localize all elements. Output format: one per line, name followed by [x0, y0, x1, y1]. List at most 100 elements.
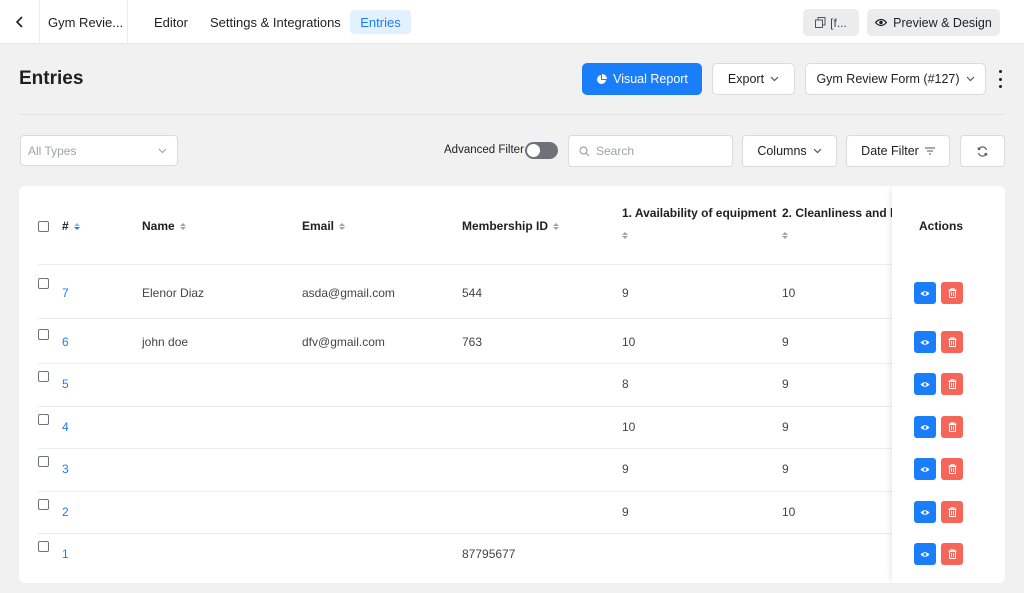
entry-id-link[interactable]: 3 — [62, 462, 69, 476]
row-checkbox[interactable] — [38, 456, 49, 467]
row-divider — [38, 406, 984, 407]
form-name: Gym Revie... — [40, 0, 128, 44]
chevron-down-icon — [158, 148, 167, 153]
trash-icon — [948, 337, 956, 347]
entry-id-link[interactable]: 6 — [62, 335, 69, 349]
shortcode-label: [f... — [830, 15, 847, 30]
sort-icon[interactable] — [553, 222, 560, 230]
column-header-label: Membership ID — [462, 219, 549, 233]
form-selector[interactable]: Gym Review Form (#127) — [805, 63, 986, 95]
eye-icon — [920, 290, 930, 296]
visual-report-label: Visual Report — [613, 72, 688, 86]
row-checkbox[interactable] — [38, 371, 49, 382]
entry-types-select[interactable]: All Types — [20, 135, 178, 166]
entry-id-link[interactable]: 5 — [62, 377, 69, 391]
entry-id-link[interactable]: 2 — [62, 505, 69, 519]
preview-design-button[interactable]: Preview & Design — [867, 9, 1000, 36]
row-checkbox[interactable] — [38, 499, 49, 510]
cell-q2: 9 — [782, 377, 789, 391]
cell-q1: 8 — [622, 377, 629, 391]
columns-label: Columns — [757, 144, 807, 158]
search-icon — [579, 145, 590, 156]
copy-icon — [815, 17, 826, 28]
date-filter-button[interactable]: Date Filter — [846, 135, 950, 167]
header-divider — [19, 114, 1005, 115]
trash-icon — [948, 422, 956, 432]
cell-email: dfv@gmail.com — [302, 335, 385, 349]
date-filter-label: Date Filter — [861, 144, 919, 158]
eye-icon — [920, 466, 930, 472]
delete-entry-button[interactable] — [941, 416, 963, 438]
view-entry-button[interactable] — [914, 373, 936, 395]
view-entry-button[interactable] — [914, 282, 936, 304]
entry-id-link[interactable]: 7 — [62, 286, 69, 300]
form-selector-label: Gym Review Form (#127) — [816, 72, 960, 86]
column-header-name[interactable]: Name — [142, 219, 186, 233]
cell-membership: 763 — [462, 335, 483, 349]
row-checkbox[interactable] — [38, 414, 49, 425]
pie-chart-icon — [597, 73, 608, 84]
view-entry-button[interactable] — [914, 543, 936, 565]
view-entry-button[interactable] — [914, 331, 936, 353]
row-divider — [38, 448, 984, 449]
cell-q1: 9 — [622, 286, 629, 300]
filter-lines-icon — [924, 147, 935, 155]
sort-icon[interactable] — [782, 232, 788, 239]
delete-entry-button[interactable] — [941, 331, 963, 353]
delete-entry-button[interactable] — [941, 282, 963, 304]
row-checkbox[interactable] — [38, 541, 49, 552]
sort-icon[interactable] — [622, 232, 628, 239]
advanced-filter-toggle[interactable] — [525, 142, 558, 159]
more-options-icon[interactable] — [995, 70, 1005, 88]
export-button[interactable]: Export — [712, 63, 795, 95]
back-button[interactable] — [0, 0, 40, 44]
row-checkbox[interactable] — [38, 278, 49, 289]
tab-settings-integrations[interactable]: Settings & Integrations — [202, 10, 349, 34]
column-header-label: Name — [142, 219, 175, 233]
column-header-label: 2. Cleanliness and hy — [782, 206, 894, 220]
tab-entries[interactable]: Entries — [350, 10, 411, 34]
row-divider — [38, 318, 984, 319]
eye-icon — [920, 509, 930, 515]
view-entry-button[interactable] — [914, 501, 936, 523]
columns-button[interactable]: Columns — [742, 135, 837, 167]
cell-q2: 9 — [782, 462, 789, 476]
entry-id-link[interactable]: 1 — [62, 547, 69, 561]
toggle-knob — [527, 144, 540, 157]
column-header-label: Email — [302, 219, 335, 233]
view-entry-button[interactable] — [914, 416, 936, 438]
search-input[interactable] — [596, 144, 726, 158]
preview-design-label: Preview & Design — [893, 15, 992, 30]
column-header-cleanliness[interactable]: 2. Cleanliness and hy — [782, 206, 894, 239]
column-header-id[interactable]: # — [62, 219, 80, 233]
column-header-availability[interactable]: 1. Availability of equipment — [622, 206, 776, 239]
delete-entry-button[interactable] — [941, 501, 963, 523]
column-header-membership-id[interactable]: Membership ID — [462, 219, 560, 233]
shortcode-button[interactable]: [f... — [803, 9, 859, 36]
row-checkbox[interactable] — [38, 329, 49, 340]
sort-icon[interactable] — [179, 222, 186, 230]
visual-report-button[interactable]: Visual Report — [582, 63, 702, 95]
cell-q1: 9 — [622, 505, 629, 519]
trash-icon — [948, 507, 956, 517]
cell-q2: 10 — [782, 286, 796, 300]
tab-editor[interactable]: Editor — [146, 10, 196, 34]
delete-entry-button[interactable] — [941, 373, 963, 395]
refresh-icon — [977, 145, 988, 157]
search-box — [568, 135, 733, 167]
advanced-filter-label: Advanced Filter — [444, 144, 524, 156]
column-header-label: 1. Availability of equipment — [622, 206, 777, 220]
select-all-checkbox[interactable] — [38, 221, 49, 232]
delete-entry-button[interactable] — [941, 543, 963, 565]
cell-q1: 10 — [622, 335, 636, 349]
row-divider — [38, 264, 984, 265]
view-entry-button[interactable] — [914, 458, 936, 480]
refresh-button[interactable] — [960, 135, 1005, 167]
row-divider — [38, 363, 984, 364]
entry-id-link[interactable]: 4 — [62, 420, 69, 434]
sort-icon[interactable] — [339, 222, 346, 230]
column-header-email[interactable]: Email — [302, 219, 346, 233]
cell-name: john doe — [142, 335, 189, 349]
sort-icon[interactable] — [73, 222, 80, 230]
delete-entry-button[interactable] — [941, 458, 963, 480]
